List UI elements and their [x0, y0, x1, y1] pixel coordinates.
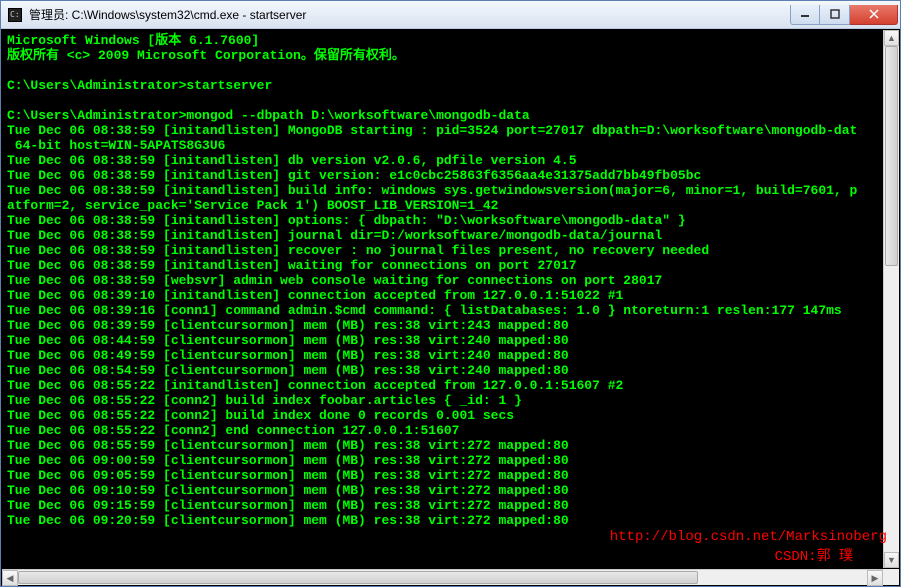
terminal-output[interactable]: Microsoft Windows [版本 6.1.7600] 版权所有 <c>… [1, 29, 900, 586]
horizontal-scrollbar[interactable]: ◀ ▶ [2, 569, 883, 585]
scroll-up-button[interactable]: ▲ [884, 30, 899, 46]
scroll-thumb-vertical[interactable] [885, 46, 898, 266]
close-button[interactable] [850, 5, 898, 25]
scroll-thumb-horizontal[interactable] [18, 571, 698, 584]
scroll-track-horizontal[interactable] [18, 570, 867, 585]
svg-text:C:: C: [10, 10, 20, 19]
window-title: 管理员: C:\Windows\system32\cmd.exe - start… [29, 6, 790, 23]
watermark-url: http://blog.csdn.net/Marksinoberg [610, 529, 887, 545]
scroll-right-button[interactable]: ▶ [867, 570, 883, 586]
cmd-icon: C: [7, 7, 23, 23]
minimize-button[interactable] [790, 5, 820, 25]
scroll-down-button[interactable]: ▼ [884, 552, 899, 568]
scrollbar-corner [883, 569, 899, 585]
cmd-window: C: 管理员: C:\Windows\system32\cmd.exe - st… [0, 0, 901, 587]
watermark-credit: CSDN:郭 璞 [775, 545, 853, 565]
scroll-track-vertical[interactable] [884, 46, 899, 552]
titlebar[interactable]: C: 管理员: C:\Windows\system32\cmd.exe - st… [1, 1, 900, 29]
vertical-scrollbar[interactable]: ▲ ▼ [883, 30, 899, 568]
maximize-button[interactable] [820, 5, 850, 25]
window-controls [790, 5, 898, 25]
scroll-left-button[interactable]: ◀ [2, 570, 18, 586]
